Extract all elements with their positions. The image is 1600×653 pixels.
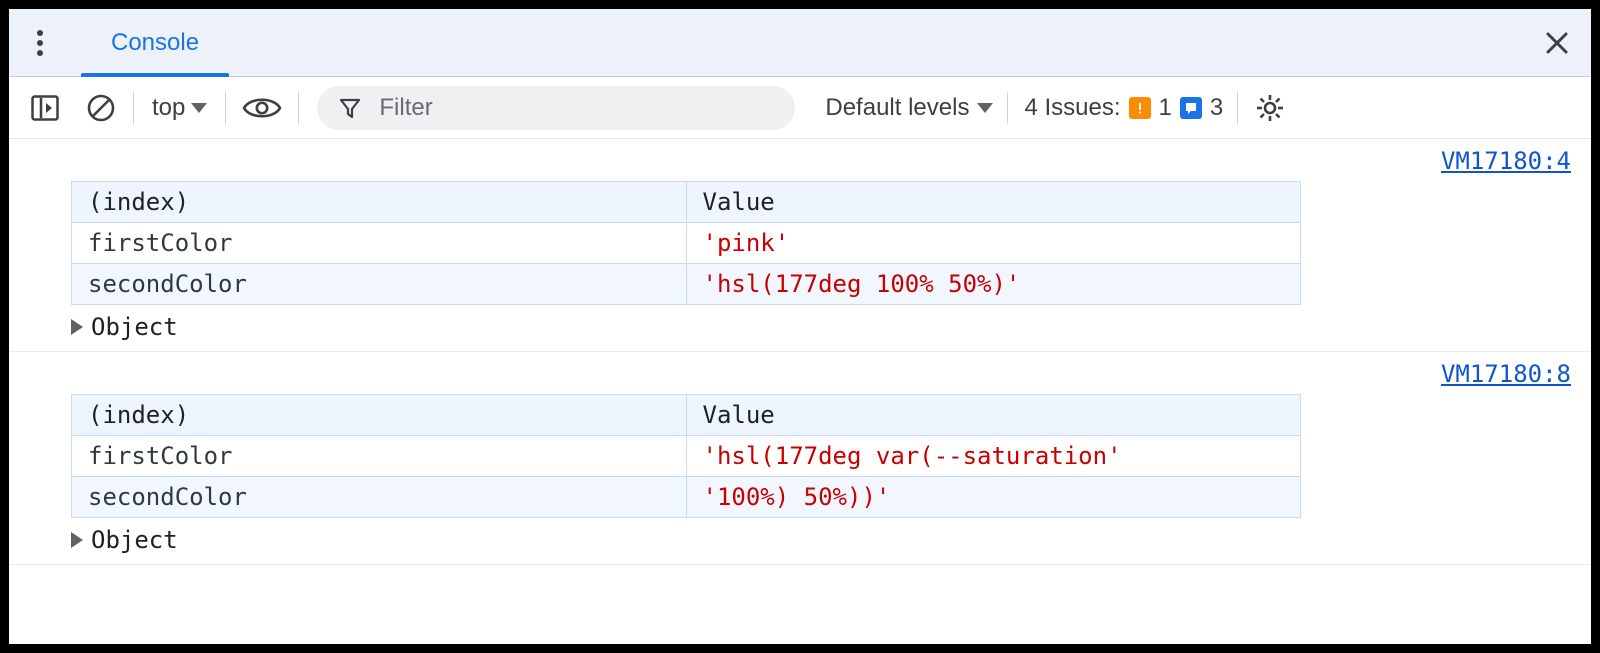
console-table: (index) Value firstColor 'pink' secondCo… xyxy=(71,181,1301,305)
source-link[interactable]: VM17180:4 xyxy=(1441,147,1571,175)
table-header-value[interactable]: Value xyxy=(686,182,1301,223)
console-toolbar: top Default levels xyxy=(9,77,1591,139)
source-link[interactable]: VM17180:8 xyxy=(1441,360,1571,388)
filter-field[interactable] xyxy=(317,86,795,130)
filter-input[interactable] xyxy=(377,93,773,123)
toggle-sidebar-button[interactable] xyxy=(27,90,63,126)
expand-triangle-icon xyxy=(71,532,83,548)
table-header-value[interactable]: Value xyxy=(686,395,1301,436)
cell-key: secondColor xyxy=(72,477,687,518)
info-badge-icon xyxy=(1180,97,1202,119)
info-count: 3 xyxy=(1210,94,1223,122)
issues-label: 4 Issues: xyxy=(1024,94,1120,122)
table-row[interactable]: secondColor 'hsl(177deg 100% 50%)' xyxy=(72,264,1301,305)
separator xyxy=(298,92,299,124)
separator xyxy=(225,92,226,124)
cell-value: 'hsl(177deg 100% 50%)' xyxy=(686,264,1301,305)
object-label: Object xyxy=(91,313,178,341)
object-expand[interactable]: Object xyxy=(9,518,1591,554)
eye-icon xyxy=(242,95,282,121)
log-level-selector[interactable]: Default levels xyxy=(825,94,993,122)
sidebar-icon xyxy=(31,95,59,121)
cell-key: firstColor xyxy=(72,223,687,264)
kebab-icon xyxy=(37,30,43,56)
separator xyxy=(133,92,134,124)
cell-value: 'hsl(177deg var(--saturation' xyxy=(686,436,1301,477)
table-header-index[interactable]: (index) xyxy=(72,395,687,436)
source-row: VM17180:8 xyxy=(9,352,1591,394)
execution-context-selector[interactable]: top xyxy=(148,94,211,122)
tab-label: Console xyxy=(111,29,199,57)
separator xyxy=(1007,92,1008,124)
funnel-icon xyxy=(339,97,361,119)
more-tabs-button[interactable] xyxy=(23,26,57,60)
separator xyxy=(1237,92,1238,124)
tabbar: Console xyxy=(9,9,1591,77)
cell-key: secondColor xyxy=(72,264,687,305)
log-entry: VM17180:4 (index) Value firstColor 'pink… xyxy=(9,139,1591,352)
expand-triangle-icon xyxy=(71,319,83,335)
levels-label: Default levels xyxy=(825,94,969,122)
object-expand[interactable]: Object xyxy=(9,305,1591,341)
warn-badge-icon xyxy=(1129,97,1151,119)
close-icon xyxy=(1545,31,1569,55)
table-row[interactable]: secondColor '100%) 50%))' xyxy=(72,477,1301,518)
table-header-index[interactable]: (index) xyxy=(72,182,687,223)
cell-value: '100%) 50%))' xyxy=(686,477,1301,518)
devtools-window: Console top xyxy=(0,0,1600,653)
tab-console[interactable]: Console xyxy=(81,9,229,76)
dropdown-triangle-icon xyxy=(977,103,993,113)
context-label: top xyxy=(152,94,185,122)
cell-key: firstColor xyxy=(72,436,687,477)
warn-count: 1 xyxy=(1159,94,1172,122)
console-table: (index) Value firstColor 'hsl(177deg var… xyxy=(71,394,1301,518)
source-row: VM17180:4 xyxy=(9,139,1591,181)
table-row[interactable]: firstColor 'pink' xyxy=(72,223,1301,264)
dropdown-triangle-icon xyxy=(191,103,207,113)
tab-strip: Console xyxy=(81,9,229,76)
clear-console-button[interactable] xyxy=(83,90,119,126)
log-entry: VM17180:8 (index) Value firstColor 'hsl(… xyxy=(9,352,1591,565)
live-expression-button[interactable] xyxy=(240,90,284,126)
console-output: VM17180:4 (index) Value firstColor 'pink… xyxy=(9,139,1591,644)
object-label: Object xyxy=(91,526,178,554)
cell-value: 'pink' xyxy=(686,223,1301,264)
table-row[interactable]: firstColor 'hsl(177deg var(--saturation' xyxy=(72,436,1301,477)
console-settings-button[interactable] xyxy=(1252,90,1288,126)
gear-icon xyxy=(1255,93,1285,123)
close-devtools-button[interactable] xyxy=(1537,23,1577,63)
prohibit-icon xyxy=(86,93,116,123)
issues-indicator[interactable]: 4 Issues: 1 3 xyxy=(1024,94,1223,122)
